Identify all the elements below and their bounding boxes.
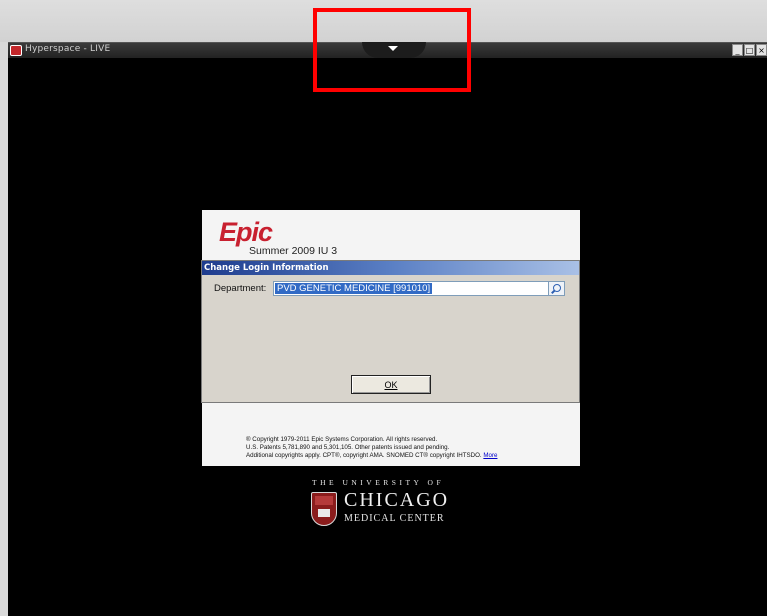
version-text: Summer 2009 IU 3 [249,245,338,257]
department-search-button[interactable] [548,281,565,296]
ok-button-label: OK [384,380,398,390]
crest-band [315,496,333,505]
copyright-line: ® Copyright 1979-2011 Epic Systems Corpo… [246,436,438,443]
change-login-dialog: Change Login Information Department: PVD… [201,260,580,403]
department-value: PVD GENETIC MEDICINE [991010] [275,283,433,294]
university-crest [311,492,337,526]
copyright-notice: ® Copyright 1979-2011 Epic Systems Corpo… [246,436,576,460]
window-controls: _ □ × [732,44,767,58]
hyperspace-app-icon[interactable] [10,45,22,56]
search-icon-handle [551,289,555,294]
copyright-line: U.S. Patents 5,781,890 and 5,301,105. Ot… [246,444,450,451]
department-field[interactable]: PVD GENETIC MEDICINE [991010] [273,281,565,296]
highlight-annotation-box [313,8,471,92]
close-button[interactable]: × [756,44,767,56]
dialog-title: Change Login Information [202,261,579,275]
window-title: Hyperspace - LIVE [25,44,111,54]
department-label: Department: [214,283,267,294]
ok-button[interactable]: OK [351,375,431,394]
more-link[interactable]: More [483,452,497,459]
copyright-line: Additional copyrights apply. CPT®, copyr… [246,452,576,460]
maximize-button[interactable]: □ [744,44,755,56]
institution-line1: THE UNIVERSITY OF [312,478,445,487]
institution-line3: MEDICAL CENTER [344,513,445,524]
minimize-button[interactable]: _ [732,44,743,56]
epic-logo: Epic [219,217,273,247]
university-of-chicago-medical-center-logo: THE UNIVERSITY OF CHICAGO MEDICAL CENTER [308,478,478,530]
crest-book [318,509,330,517]
institution-line2: CHICAGO [344,489,450,511]
copyright-line-text: Additional copyrights apply. CPT®, copyr… [246,452,482,459]
